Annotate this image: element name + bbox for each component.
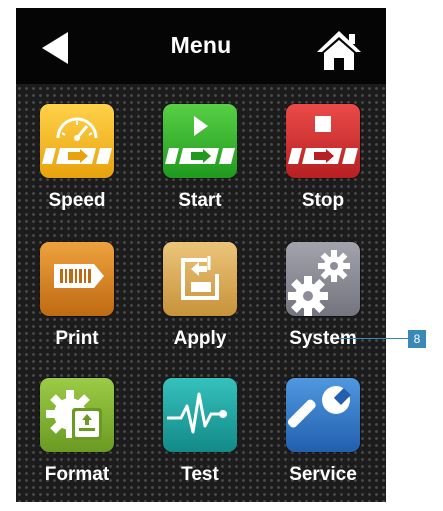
format-icon-box — [40, 378, 114, 452]
speedometer-icon — [40, 104, 114, 178]
home-icon — [317, 31, 361, 70]
play-icon — [163, 104, 237, 178]
test-icon-box — [163, 378, 237, 452]
stop-icon — [286, 104, 360, 178]
home-button[interactable] — [314, 28, 364, 72]
format-label: Format — [44, 464, 110, 485]
start-tile[interactable]: Start — [145, 104, 255, 228]
test-tile[interactable]: Test — [145, 378, 255, 502]
system-icon-box — [286, 242, 360, 316]
top-bar: Menu — [16, 8, 386, 84]
start-label: Start — [178, 190, 222, 211]
system-label: System — [289, 328, 357, 349]
apply-icon-box — [163, 242, 237, 316]
apply-label: Apply — [173, 328, 227, 349]
callout-line — [339, 338, 408, 339]
gear-document-icon — [40, 378, 114, 452]
callout-badge: 8 — [408, 330, 426, 348]
apply-box-icon — [163, 242, 237, 316]
system-tile[interactable]: System — [268, 242, 378, 366]
start-icon-box — [163, 104, 237, 178]
stop-icon-box — [286, 104, 360, 178]
format-tile[interactable]: Format — [22, 378, 132, 502]
barcode-label-icon — [40, 242, 114, 316]
print-label: Print — [55, 328, 99, 349]
speed-tile[interactable]: Speed — [22, 104, 132, 228]
speed-label: Speed — [48, 190, 106, 211]
gears-icon — [286, 242, 360, 316]
heartbeat-icon — [163, 378, 237, 452]
speed-icon-box — [40, 104, 114, 178]
service-tile[interactable]: Service — [268, 378, 378, 502]
service-icon-box — [286, 378, 360, 452]
stop-tile[interactable]: Stop — [268, 104, 378, 228]
device-screen: Menu Speed Start Stop Print Apply System… — [16, 8, 386, 502]
service-label: Service — [289, 464, 357, 485]
print-icon-box — [40, 242, 114, 316]
wrench-icon — [286, 378, 360, 452]
test-label: Test — [181, 464, 219, 485]
stop-label: Stop — [301, 190, 345, 211]
print-tile[interactable]: Print — [22, 242, 132, 366]
apply-tile[interactable]: Apply — [145, 242, 255, 366]
